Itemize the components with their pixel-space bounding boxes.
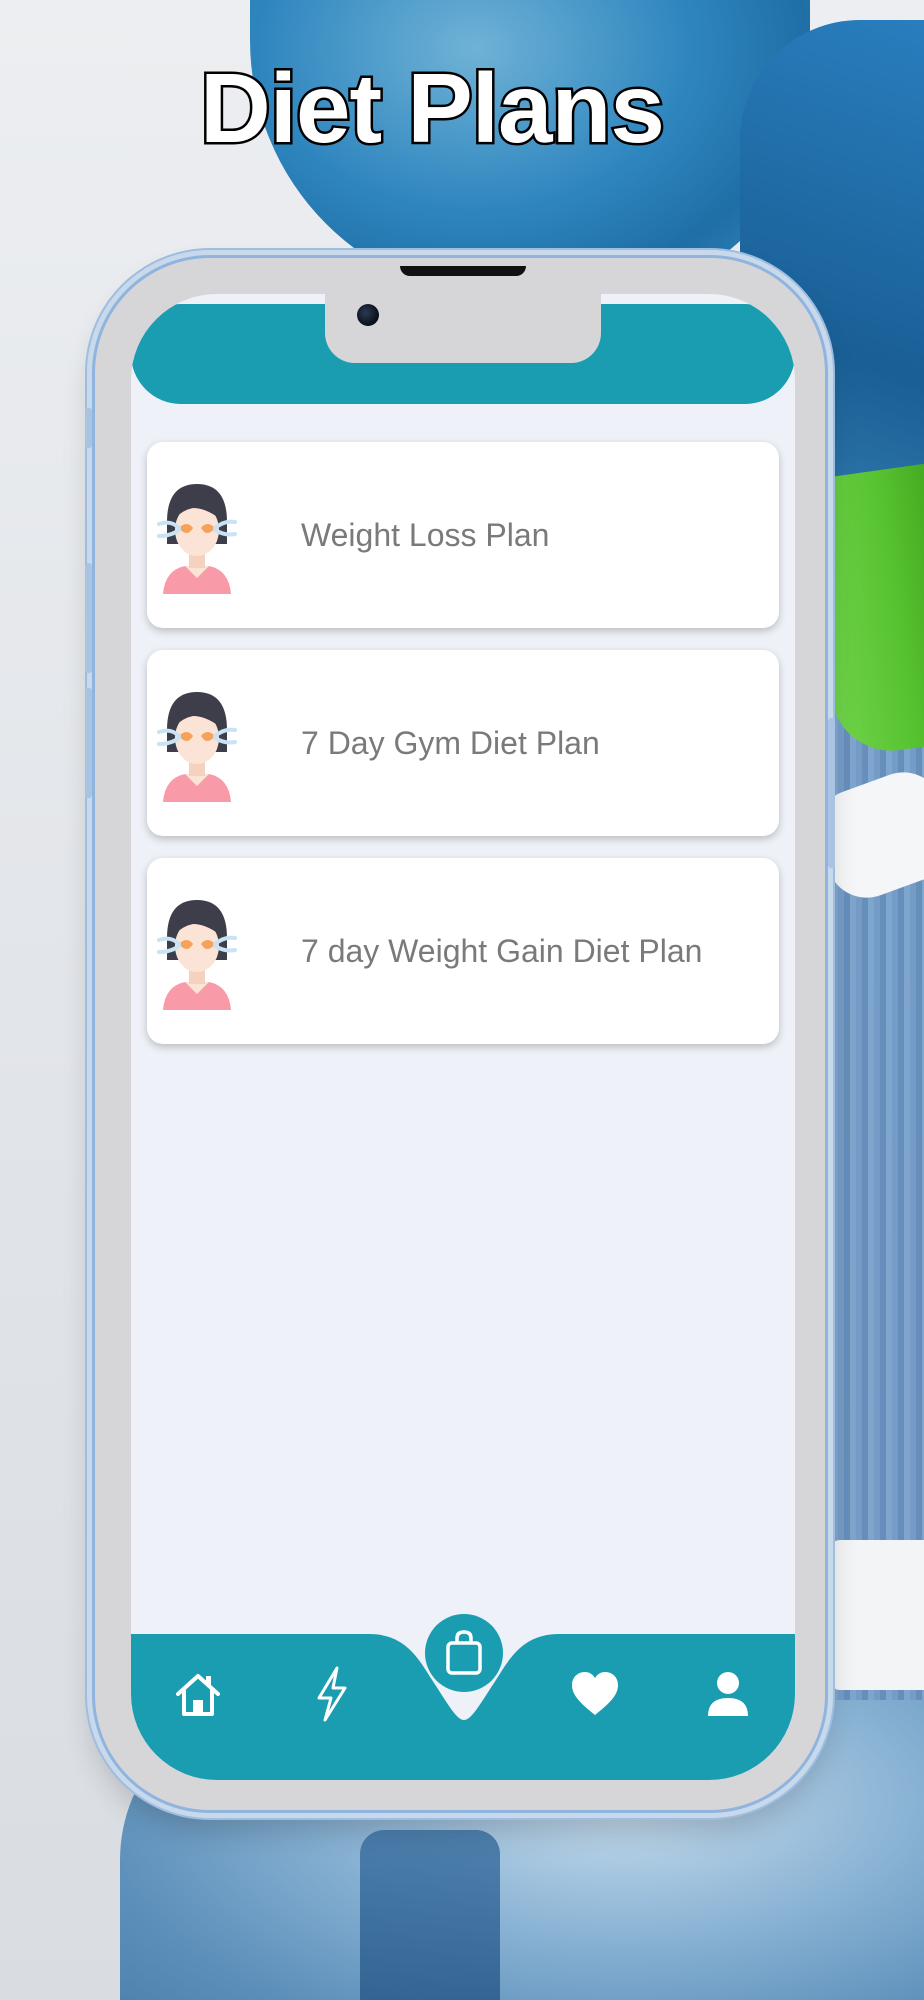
app-header [131,294,795,404]
diet-plan-list: Weight Loss Plan 7 Day Gym Diet Plan 7 d… [147,442,779,1066]
nav-shop-button[interactable] [425,1614,503,1692]
plan-card-weight-loss[interactable]: Weight Loss Plan [147,442,779,628]
phone-power-button [828,718,835,868]
plan-card-label: 7 day Weight Gain Diet Plan [301,933,703,969]
nav-favorites-button[interactable] [555,1644,635,1744]
user-icon [708,1672,748,1716]
plan-card-weight-gain[interactable]: 7 day Weight Gain Diet Plan [147,858,779,1044]
phone-volume-down-button [85,688,92,798]
plan-card-gym-diet[interactable]: 7 Day Gym Diet Plan [147,650,779,836]
plan-card-label: Weight Loss Plan [301,517,550,553]
nav-activity-button[interactable] [291,1644,371,1744]
bottom-navigation-bar [131,1614,795,1780]
woman-avatar-icon [157,692,237,802]
phone-mockup: Weight Loss Plan 7 Day Gym Diet Plan 7 d… [85,255,835,1813]
home-icon [176,1674,220,1716]
phone-mute-button [85,408,92,448]
phone-volume-up-button [85,563,92,673]
lightning-icon [317,1666,347,1722]
woman-avatar-icon [157,900,237,1010]
plan-card-label: 7 Day Gym Diet Plan [301,725,600,761]
promo-headline: Diet Plans [198,51,668,166]
front-camera [357,304,379,326]
nav-home-button[interactable] [158,1644,238,1744]
nav-profile-button[interactable] [688,1644,768,1744]
shopping-bag-icon [446,1630,482,1675]
phone-speaker [400,266,526,276]
heart-icon [572,1672,618,1715]
app-screen: Weight Loss Plan 7 Day Gym Diet Plan 7 d… [131,294,795,1780]
woman-avatar-icon [157,484,237,594]
